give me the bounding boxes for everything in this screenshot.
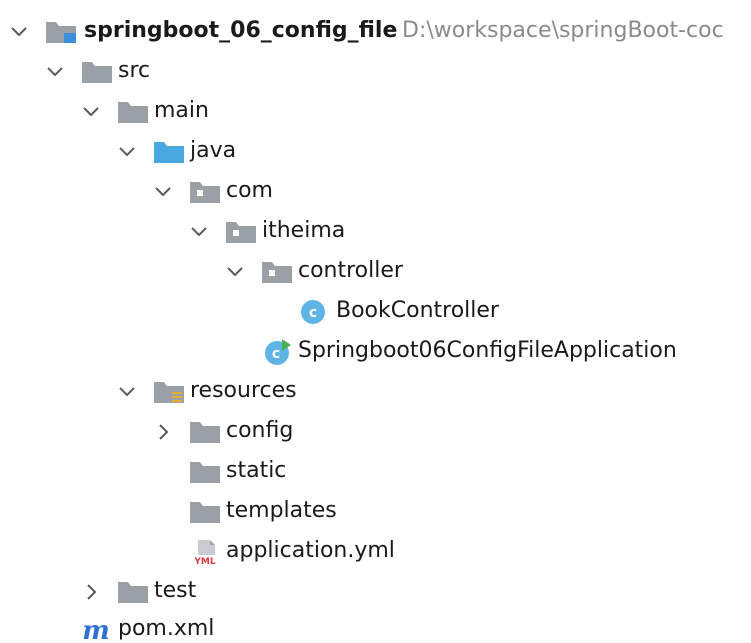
tree-row-book-controller[interactable]: c BookController: [0, 291, 751, 331]
project-tree: springboot_06_config_file D:\workspace\s…: [0, 0, 751, 643]
yml-file-icon: YML: [188, 537, 224, 567]
tree-row-src[interactable]: src: [0, 51, 751, 91]
tree-item-label: controller: [298, 258, 403, 283]
folder-icon: [188, 417, 224, 447]
svg-text:c: c: [309, 305, 317, 321]
tree-row-templates[interactable]: templates: [0, 491, 751, 531]
tree-item-label: templates: [226, 498, 337, 523]
package-icon: [188, 177, 224, 207]
chevron-down-icon[interactable]: [116, 381, 138, 403]
tree-item-label: BookController: [336, 298, 499, 323]
tree-row-application-yml[interactable]: YML application.yml: [0, 531, 751, 571]
svg-text:YML: YML: [193, 557, 215, 567]
tree-item-label: com: [226, 178, 273, 203]
tree-item-label: test: [154, 578, 197, 603]
svg-text:c: c: [272, 346, 280, 362]
tree-row-resources[interactable]: resources: [0, 371, 751, 411]
tree-item-label: Springboot06ConfigFileApplication: [298, 338, 677, 363]
spring-boot-class-icon: c: [260, 337, 296, 367]
tree-item-label: src: [118, 58, 151, 83]
package-icon: [260, 257, 296, 287]
folder-icon: [116, 577, 152, 607]
folder-icon: [188, 497, 224, 527]
tree-row-project-root[interactable]: springboot_06_config_file D:\workspace\s…: [0, 11, 751, 51]
svg-text:m: m: [82, 616, 110, 643]
tree-row-controller[interactable]: controller: [0, 251, 751, 291]
tree-row-com[interactable]: com: [0, 171, 751, 211]
tree-item-label: java: [190, 138, 237, 163]
project-root-label: springboot_06_config_file: [84, 18, 398, 43]
tree-item-label: application.yml: [226, 538, 395, 563]
tree-row-test[interactable]: test: [0, 571, 751, 611]
tree-item-label: pom.xml: [118, 616, 215, 641]
tree-item-label: resources: [190, 378, 297, 403]
chevron-right-icon[interactable]: [80, 581, 102, 603]
folder-icon: [80, 57, 116, 87]
chevron-down-icon[interactable]: [80, 101, 102, 123]
package-icon: [224, 217, 260, 247]
chevron-down-icon[interactable]: [152, 181, 174, 203]
folder-icon: [116, 97, 152, 127]
resources-root-folder-icon: [152, 377, 188, 407]
chevron-down-icon[interactable]: [224, 261, 246, 283]
tree-item-label: main: [154, 98, 209, 123]
chevron-down-icon[interactable]: [8, 21, 30, 43]
chevron-down-icon[interactable]: [44, 61, 66, 83]
tree-row-java[interactable]: java: [0, 131, 751, 171]
tree-item-label: static: [226, 458, 287, 483]
project-path: D:\workspace\springBoot-coc: [402, 18, 724, 43]
tree-row-application-class[interactable]: c Springboot06ConfigFileApplication: [0, 331, 751, 371]
folder-icon: [188, 457, 224, 487]
chevron-right-icon[interactable]: [152, 421, 174, 443]
source-root-folder-icon: [152, 137, 188, 167]
tree-row-static[interactable]: static: [0, 451, 751, 491]
chevron-down-icon[interactable]: [188, 221, 210, 243]
maven-icon: m: [80, 615, 116, 643]
tree-item-label: config: [226, 418, 294, 443]
tree-row-config[interactable]: config: [0, 411, 751, 451]
tree-row-itheima[interactable]: itheima: [0, 211, 751, 251]
tree-row-main[interactable]: main: [0, 91, 751, 131]
module-folder-icon: [44, 17, 80, 47]
tree-item-label: itheima: [262, 218, 346, 243]
chevron-down-icon[interactable]: [116, 141, 138, 163]
class-icon: c: [296, 297, 332, 327]
tree-row-pom[interactable]: m pom.xml: [0, 611, 751, 643]
